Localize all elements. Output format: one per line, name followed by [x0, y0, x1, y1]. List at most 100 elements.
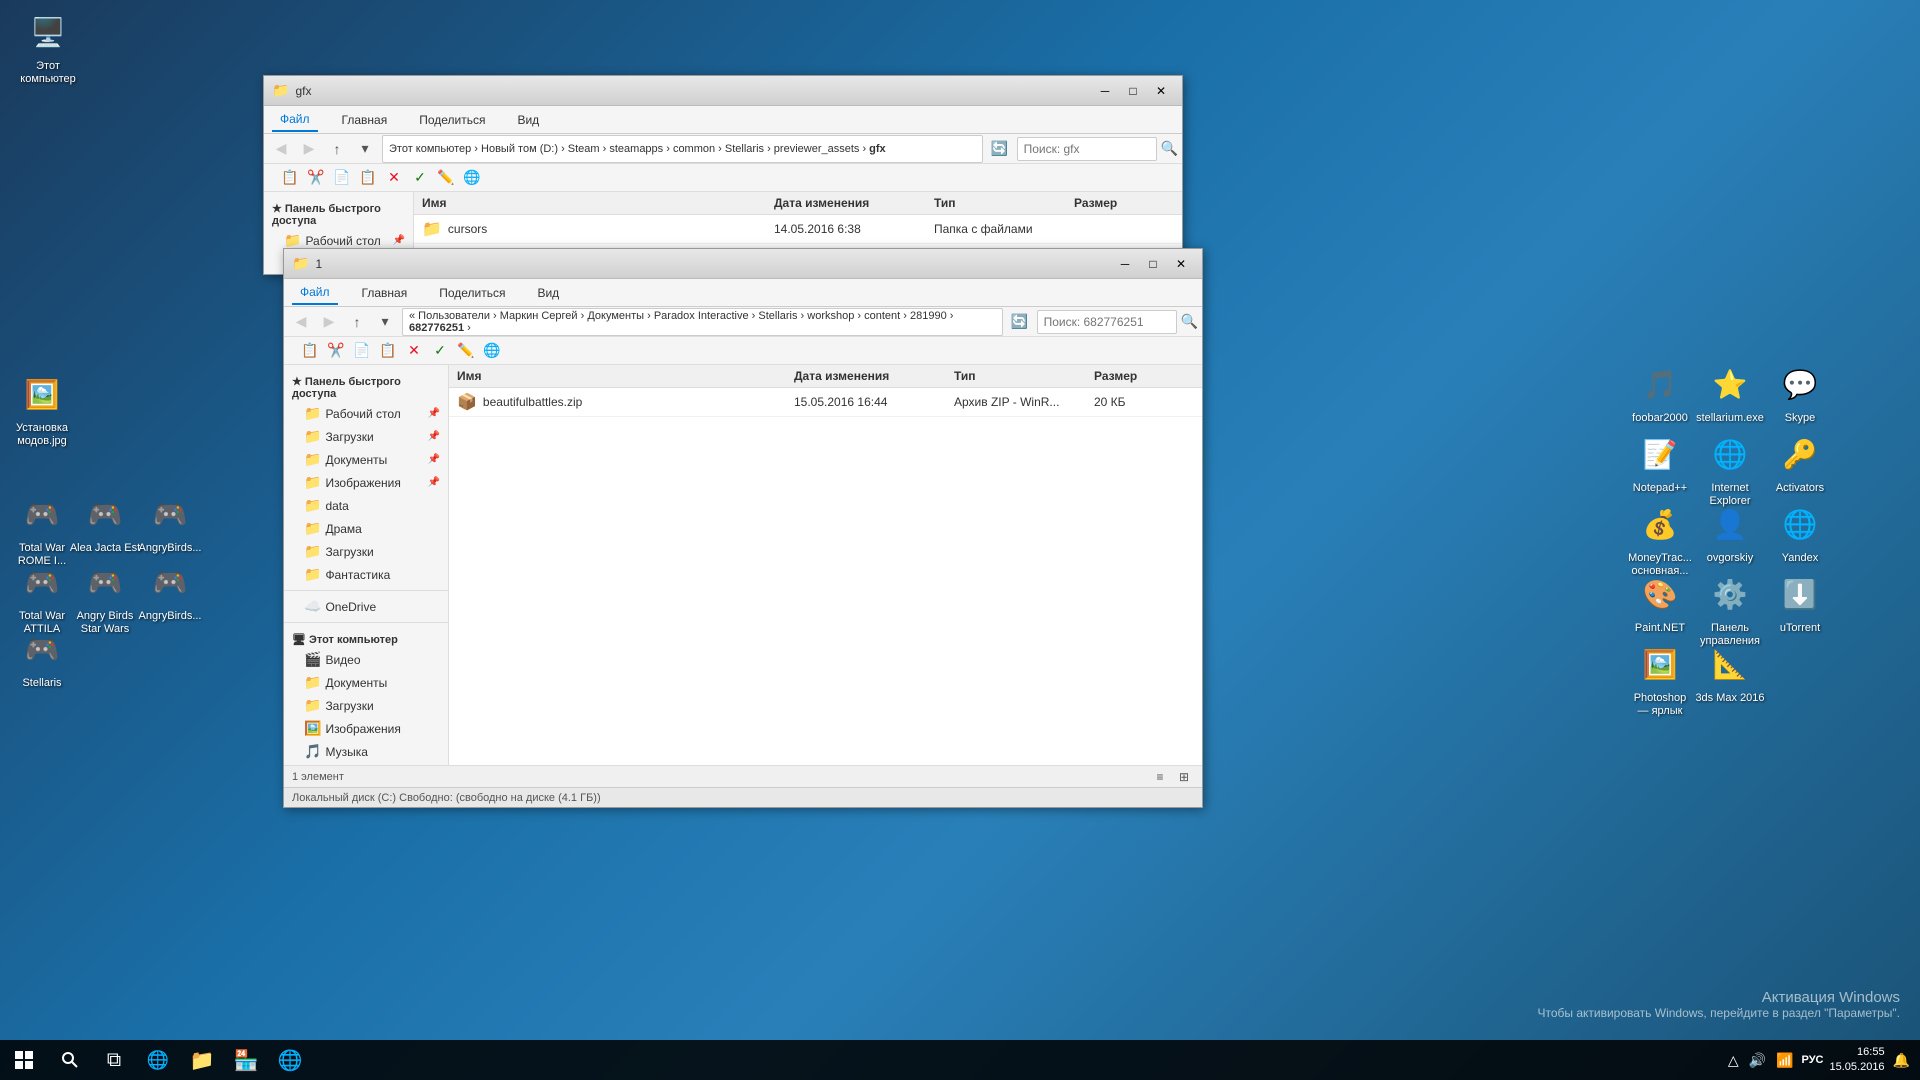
paste-icon-gfx[interactable]: 📋 — [356, 166, 380, 190]
sidebar-downloads-front1[interactable]: 📁 Загрузки 📌 — [284, 425, 448, 448]
nav-recent-front[interactable]: ▾ — [372, 310, 398, 334]
cut-icon-front[interactable]: ✂️ — [324, 339, 348, 363]
sidebar-music-front[interactable]: 🎵 Музыка — [284, 740, 448, 763]
desktop-icon-moneytrack[interactable]: 💰 MoneyTrac...основная... — [1620, 500, 1700, 578]
sidebar-images-front[interactable]: 📁 Изображения 📌 — [284, 471, 448, 494]
ribbon-tab-share-front[interactable]: Поделиться — [431, 282, 513, 304]
desktop-icon-angrybirds2[interactable]: 🎮 AngryBirds... — [130, 558, 210, 623]
search-btn-front[interactable]: 🔍 — [1181, 313, 1198, 330]
close-button-gfx[interactable]: ✕ — [1148, 80, 1174, 102]
sidebar-documents-front[interactable]: 📁 Документы 📌 — [284, 448, 448, 471]
desktop-icon-control-panel[interactable]: ⚙️ Панельуправления — [1690, 570, 1770, 648]
quick-access-header-front[interactable]: ★ Панель быстрого доступа — [284, 369, 448, 402]
quick-access-header-gfx[interactable]: ★ Панель быстрого доступа — [264, 196, 413, 229]
rename-icon-front[interactable]: ✏️ — [454, 339, 478, 363]
desktop-icon-paintnet[interactable]: 🎨 Paint.NET — [1620, 570, 1700, 635]
address-bar-gfx[interactable]: Этот компьютер › Новый том (D:) › Steam … — [382, 135, 983, 163]
taskbar-explorer-btn[interactable]: 📁 — [180, 1040, 224, 1080]
desktop-icon-photoshop[interactable]: 🖼️ Photoshop— ярлык — [1620, 640, 1700, 718]
sidebar-dl2-front[interactable]: 📁 Загрузки — [284, 694, 448, 717]
desktop-icon-3dsmax[interactable]: 📐 3ds Max 2016 — [1690, 640, 1770, 705]
desktop-icon-ovgorskiy[interactable]: 👤 ovgorskiy — [1690, 500, 1770, 565]
close-button-front[interactable]: ✕ — [1168, 253, 1194, 275]
system-clock[interactable]: 16:55 15.05.2016 — [1830, 1045, 1885, 1076]
taskbar-task-view-btn[interactable]: ⧉ — [92, 1040, 136, 1080]
view-grid-btn-front[interactable]: ⊞ — [1174, 768, 1194, 786]
ribbon-tab-home-front[interactable]: Главная — [354, 282, 416, 304]
nav-forward-front[interactable]: ▶ — [316, 310, 342, 334]
nav-forward-gfx[interactable]: ▶ — [296, 137, 322, 161]
sidebar-fantasy-front[interactable]: 📁 Фантастика — [284, 563, 448, 586]
tray-up-arrow[interactable]: △ — [1726, 1052, 1741, 1069]
taskbar-search-btn[interactable] — [48, 1040, 92, 1080]
copy-path-icon-gfx[interactable]: 📋 — [278, 166, 302, 190]
globe-icon-gfx[interactable]: 🌐 — [460, 166, 484, 190]
copy-icon-front[interactable]: 📄 — [350, 339, 374, 363]
sidebar-img2-front[interactable]: 🖼️ Изображения — [284, 717, 448, 740]
view-list-btn-front[interactable]: ≡ — [1150, 768, 1170, 786]
desktop-icon-notepad[interactable]: 📝 Notepad++ — [1620, 430, 1700, 495]
ribbon-tab-view-gfx[interactable]: Вид — [509, 109, 547, 131]
sidebar-onedrive-front[interactable]: ☁️ OneDrive — [284, 595, 448, 618]
ribbon-tab-home-gfx[interactable]: Главная — [334, 109, 396, 131]
file-row-beautifulbattles[interactable]: 📦 beautifulbattles.zip 15.05.2016 16:44 … — [449, 388, 1202, 417]
minimize-button-front[interactable]: ─ — [1112, 253, 1138, 275]
desktop-icon-utorrent[interactable]: ⬇️ uTorrent — [1760, 570, 1840, 635]
search-input-gfx[interactable] — [1017, 137, 1157, 161]
address-bar-front[interactable]: « Пользователи › Маркин Сергей › Докумен… — [402, 308, 1003, 336]
check-icon-front[interactable]: ✓ — [428, 339, 452, 363]
refresh-btn-gfx[interactable]: 🔄 — [987, 137, 1013, 161]
minimize-button-gfx[interactable]: ─ — [1092, 80, 1118, 102]
ribbon-tab-file-front[interactable]: Файл — [292, 281, 338, 305]
delete-icon-front[interactable]: ✕ — [402, 339, 426, 363]
desktop-icon-yandex[interactable]: 🌐 Yandex — [1760, 500, 1840, 565]
delete-icon-gfx[interactable]: ✕ — [382, 166, 406, 190]
globe-icon-front[interactable]: 🌐 — [480, 339, 504, 363]
tray-network[interactable]: 📶 — [1774, 1052, 1795, 1069]
refresh-btn-front[interactable]: 🔄 — [1007, 310, 1033, 334]
taskbar-store-btn[interactable]: 🏪 — [224, 1040, 268, 1080]
nav-back-gfx[interactable]: ◀ — [268, 137, 294, 161]
paste-icon-front[interactable]: 📋 — [376, 339, 400, 363]
copy-path-icon-front[interactable]: 📋 — [298, 339, 322, 363]
notification-icon[interactable]: 🔔 — [1891, 1052, 1912, 1069]
sidebar-desktop-front[interactable]: 📁 Рабочий стол 📌 — [284, 402, 448, 425]
cut-icon-gfx[interactable]: ✂️ — [304, 166, 328, 190]
maximize-button-front[interactable]: □ — [1140, 253, 1166, 275]
tray-volume[interactable]: 🔊 — [1747, 1052, 1768, 1069]
ribbon-tab-file-gfx[interactable]: Файл — [272, 108, 318, 132]
desktop-icon-angrybirds1[interactable]: 🎮 AngryBirds... — [130, 490, 210, 555]
maximize-button-gfx[interactable]: □ — [1120, 80, 1146, 102]
ribbon-tab-share-gfx[interactable]: Поделиться — [411, 109, 493, 131]
desktop-icon-activators[interactable]: 🔑 Activators — [1760, 430, 1840, 495]
window-titlebar-front[interactable]: 📁 1 ─ □ ✕ — [284, 249, 1202, 279]
file-row-cursors[interactable]: 📁cursors 14.05.2016 6:38 Папка с файлами — [414, 215, 1182, 244]
rename-icon-gfx[interactable]: ✏️ — [434, 166, 458, 190]
ribbon-tab-view-front[interactable]: Вид — [529, 282, 567, 304]
language-indicator[interactable]: РУС — [1802, 1054, 1824, 1066]
nav-up-gfx[interactable]: ↑ — [324, 137, 350, 161]
window-titlebar-gfx[interactable]: 📁 gfx ─ □ ✕ — [264, 76, 1182, 106]
sidebar-docs2-front[interactable]: 📁 Документы — [284, 671, 448, 694]
nav-up-front[interactable]: ↑ — [344, 310, 370, 334]
this-computer-header-front[interactable]: 🖥 Этот компьютер — [284, 627, 448, 648]
desktop-icon-stellaris[interactable]: 🎮 Stellaris — [2, 625, 82, 690]
desktop-icon-mycomputer[interactable]: 🖥️ Этоткомпьютер — [8, 8, 88, 86]
desktop-icon-foobar[interactable]: 🎵 foobar2000 — [1620, 360, 1700, 425]
nav-recent-gfx[interactable]: ▾ — [352, 137, 378, 161]
desktop-icon-skype[interactable]: 💬 Skype — [1760, 360, 1840, 425]
start-button[interactable] — [0, 1040, 48, 1080]
desktop-icon-stellarium[interactable]: ⭐ stellarium.exe — [1690, 360, 1770, 425]
sidebar-drama-front[interactable]: 📁 Драма — [284, 517, 448, 540]
sidebar-video-front[interactable]: 🎬 Видео — [284, 648, 448, 671]
desktop-icon-ustanovka[interactable]: 🖼️ Установкамодов.jpg — [2, 370, 82, 448]
search-input-front[interactable] — [1037, 310, 1177, 334]
search-btn-gfx[interactable]: 🔍 — [1161, 140, 1178, 157]
sidebar-data-front[interactable]: 📁 data — [284, 494, 448, 517]
nav-back-front[interactable]: ◀ — [288, 310, 314, 334]
check-icon-gfx[interactable]: ✓ — [408, 166, 432, 190]
taskbar-yandex-btn[interactable]: 🌐 — [268, 1040, 312, 1080]
taskbar-edge-btn[interactable]: 🌐 — [136, 1040, 180, 1080]
desktop-icon-ie[interactable]: 🌐 InternetExplorer — [1690, 430, 1770, 508]
copy-icon-gfx[interactable]: 📄 — [330, 166, 354, 190]
